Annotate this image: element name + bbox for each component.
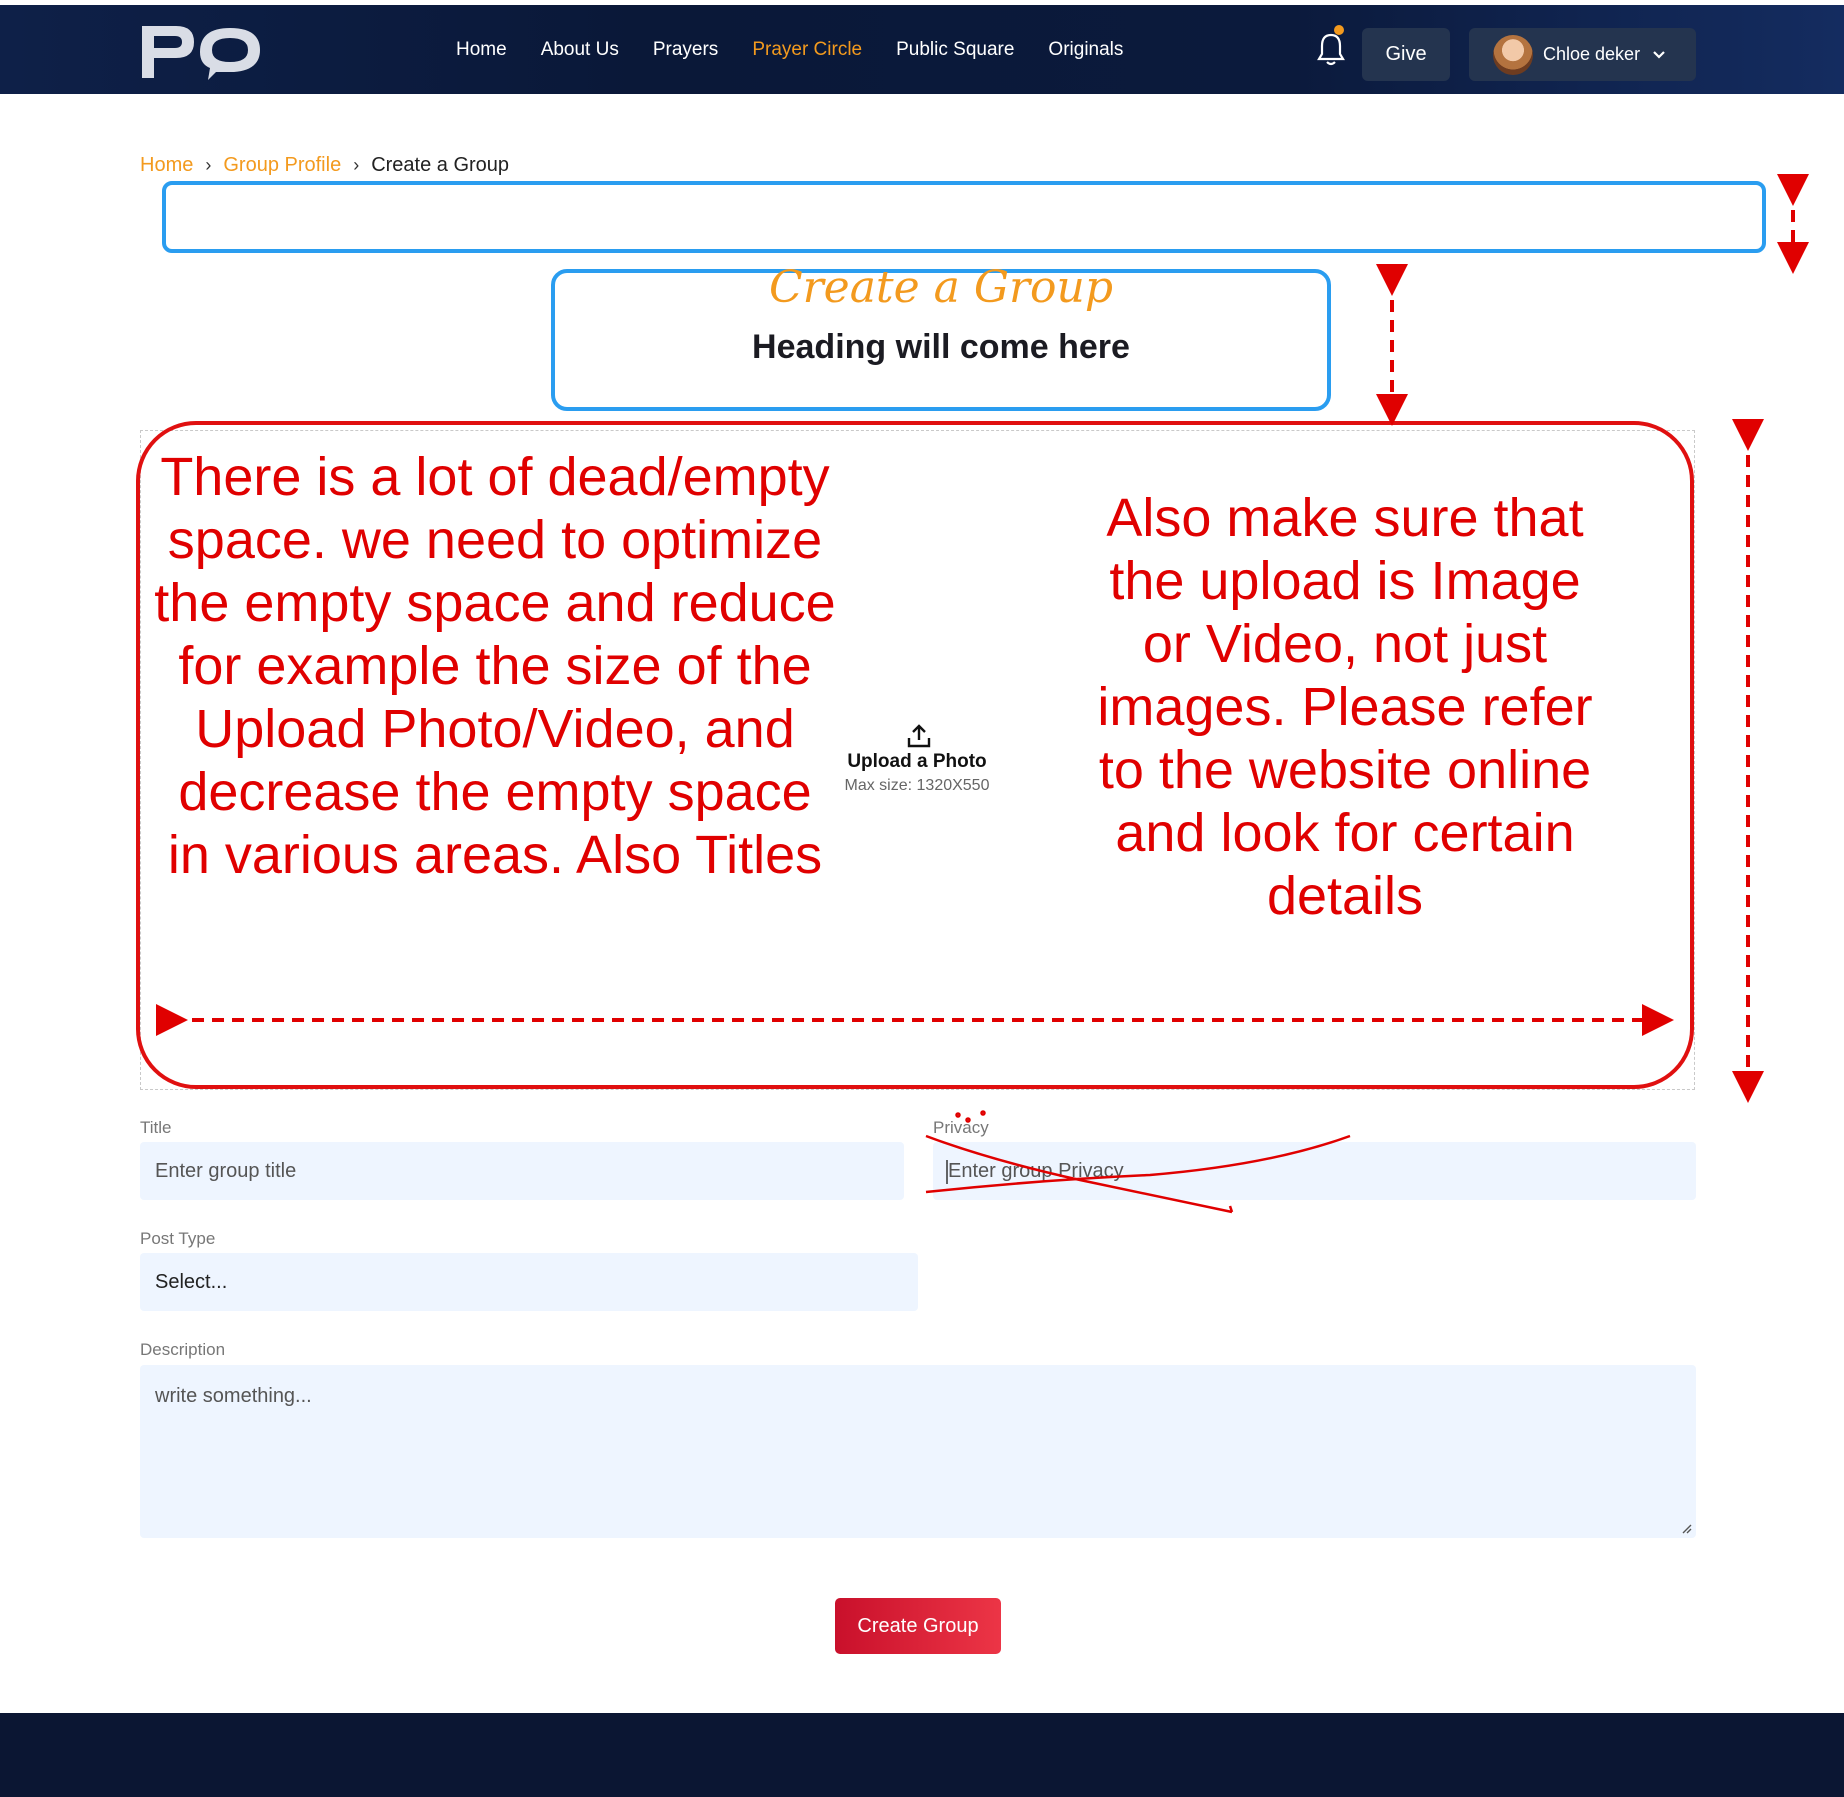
privacy-input[interactable]: Enter group Privacy bbox=[933, 1142, 1696, 1200]
resize-grip-icon[interactable] bbox=[1680, 1522, 1692, 1534]
breadcrumb-home[interactable]: Home bbox=[140, 154, 193, 177]
nav-home[interactable]: Home bbox=[456, 39, 507, 61]
annotation-note-left: There is a lot of dead/empty space. we n… bbox=[154, 447, 836, 885]
footer bbox=[0, 1713, 1844, 1797]
upload-label[interactable]: Upload a Photo bbox=[817, 751, 1017, 773]
annotation-highlight-box bbox=[162, 181, 1766, 253]
post-type-select[interactable]: Select... bbox=[140, 1253, 918, 1311]
create-group-button[interactable]: Create Group bbox=[835, 1598, 1001, 1654]
upload-icon bbox=[907, 724, 931, 748]
page-script-title: Create a Group bbox=[768, 262, 1114, 313]
nav-prayer-circle[interactable]: Prayer Circle bbox=[752, 39, 862, 61]
privacy-label: Privacy bbox=[933, 1118, 989, 1137]
breadcrumb-current: Create a Group bbox=[371, 154, 510, 176]
nav-about-us[interactable]: About Us bbox=[541, 39, 619, 61]
title-label: Title bbox=[140, 1118, 172, 1137]
user-menu[interactable]: Chloe deker bbox=[1469, 28, 1696, 81]
post-type-label: Post Type bbox=[140, 1229, 216, 1248]
description-placeholder: write something... bbox=[155, 1385, 312, 1407]
page-heading: Heading will come here bbox=[752, 328, 1130, 366]
nav-public-square[interactable]: Public Square bbox=[896, 39, 1014, 61]
logo[interactable] bbox=[138, 20, 263, 82]
description-label: Description bbox=[140, 1340, 226, 1359]
notification-bell-icon[interactable] bbox=[1316, 31, 1346, 67]
avatar bbox=[1493, 34, 1533, 75]
chevron-right-icon: › bbox=[353, 155, 360, 175]
nav-prayers[interactable]: Prayers bbox=[653, 39, 718, 61]
give-button[interactable]: Give bbox=[1362, 28, 1450, 81]
chevron-down-icon bbox=[1653, 50, 1665, 59]
annotation-note-right: Also make sure that the upload is Image … bbox=[1097, 488, 1593, 926]
user-name: Chloe deker bbox=[1543, 44, 1641, 64]
top-navbar: Home About Us Prayers Prayer Circle Publ… bbox=[0, 5, 1844, 94]
main-nav: Home About Us Prayers Prayer Circle Publ… bbox=[456, 5, 1157, 94]
title-input[interactable]: Enter group title bbox=[140, 1142, 904, 1200]
upload-max-size: Max size: 1320X550 bbox=[844, 777, 990, 794]
breadcrumb-group-profile[interactable]: Group Profile bbox=[223, 154, 341, 177]
description-textarea[interactable]: write something... bbox=[140, 1365, 1696, 1538]
nav-originals[interactable]: Originals bbox=[1048, 39, 1123, 61]
chevron-right-icon: › bbox=[205, 155, 212, 175]
breadcrumb: Home › Group Profile › Create a Group bbox=[140, 154, 509, 177]
notification-dot bbox=[1334, 25, 1344, 35]
